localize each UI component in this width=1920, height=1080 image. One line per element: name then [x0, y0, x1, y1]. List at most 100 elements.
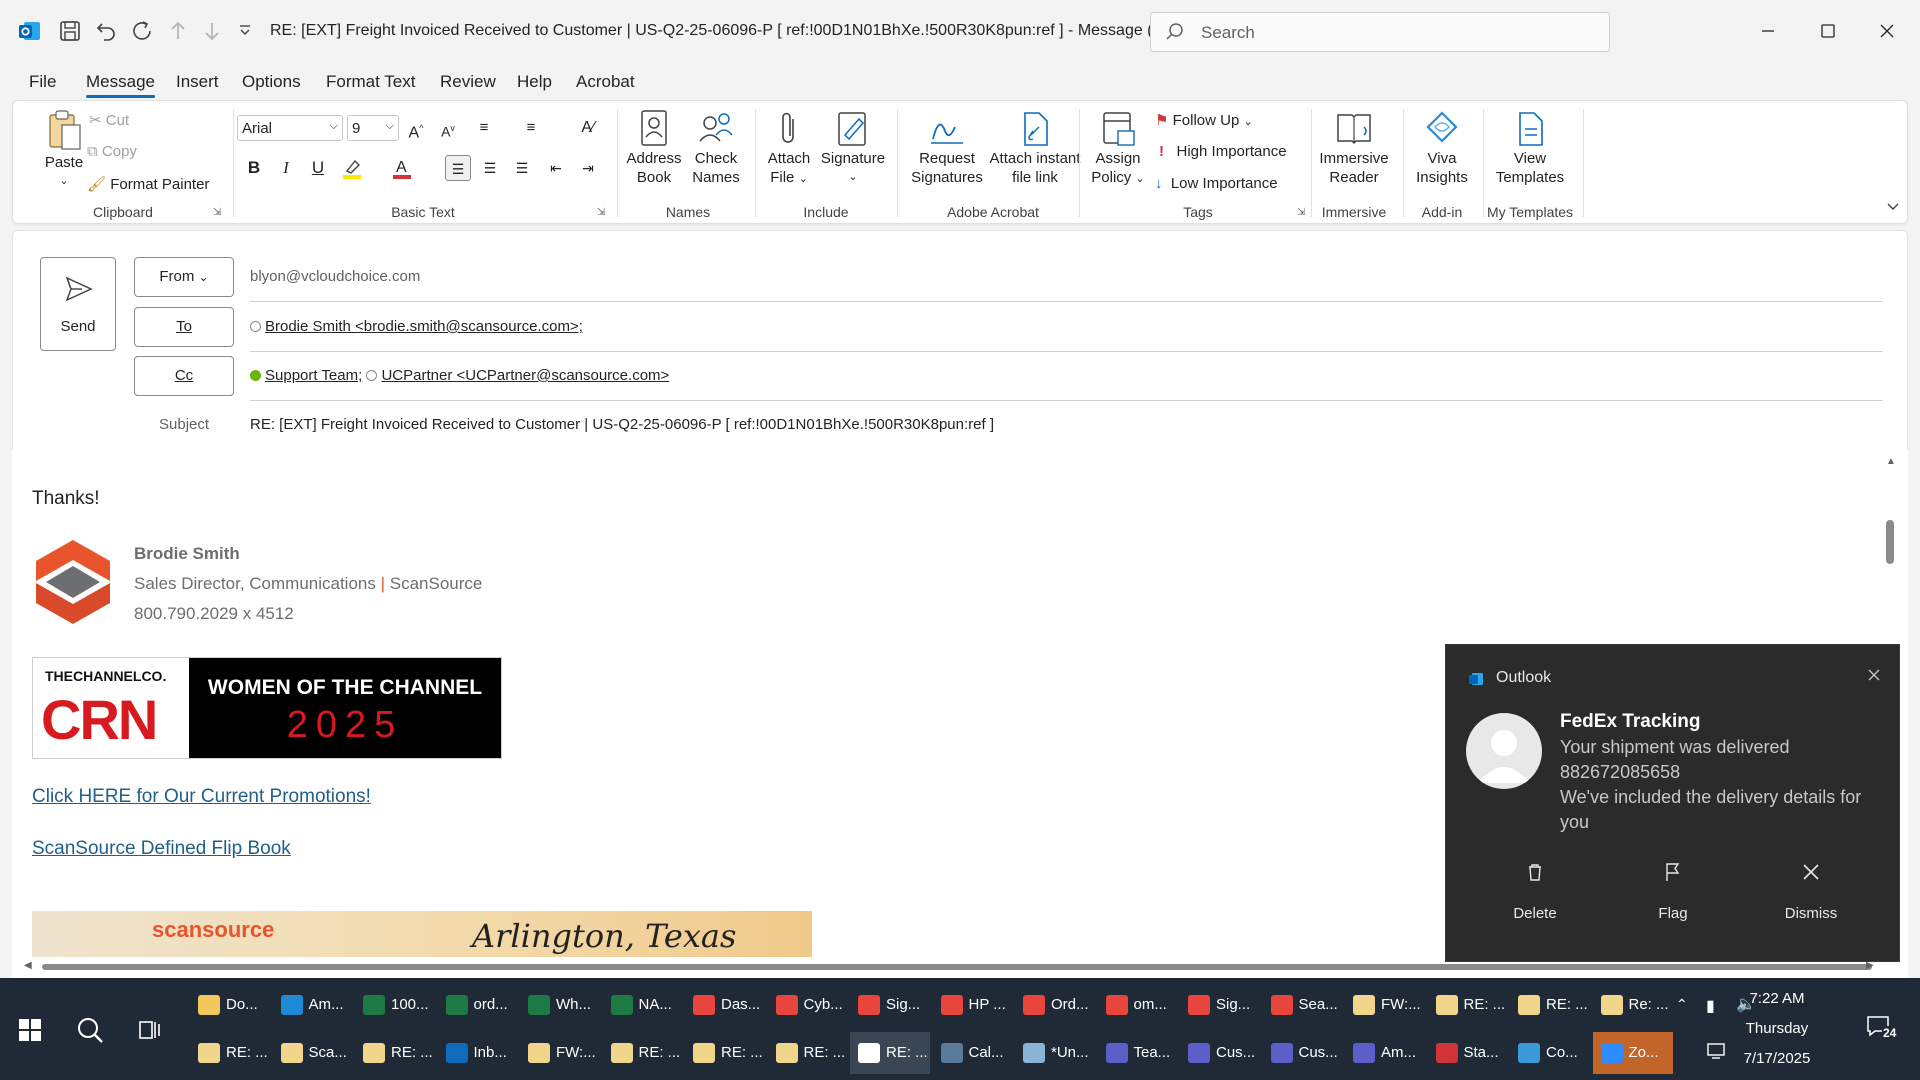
tab-acrobat[interactable]: Acrobat: [576, 72, 635, 92]
numbering-button[interactable]: ≡: [518, 115, 544, 141]
taskbar-app-button[interactable]: Sta...: [1428, 1032, 1508, 1074]
undo-icon[interactable]: [94, 19, 118, 43]
taskbar-app-button[interactable]: FW:...: [520, 1032, 600, 1074]
taskbar-app-button[interactable]: Ord...: [1015, 984, 1095, 1026]
shrink-font-button[interactable]: Av: [435, 115, 461, 141]
next-item-icon[interactable]: [200, 19, 224, 43]
increase-indent-button[interactable]: ⇥: [575, 155, 601, 181]
to-recipients[interactable]: Brodie Smith <brodie.smith@scansource.co…: [250, 318, 583, 335]
cc-recipient-ucpartner[interactable]: UCPartner <UCPartner@scansource.com>: [381, 367, 669, 384]
taskbar-search-icon[interactable]: [76, 1016, 104, 1044]
bold-button[interactable]: B: [241, 155, 267, 181]
tab-options[interactable]: Options: [242, 72, 301, 92]
attach-instant-link-button[interactable]: Attach instant file link: [977, 109, 1093, 187]
close-window-button[interactable]: [1876, 20, 1898, 42]
font-color-button[interactable]: A: [389, 155, 415, 181]
hscroll-thumb[interactable]: [42, 964, 1872, 970]
viva-insights-button[interactable]: Viva Insights: [1407, 109, 1477, 187]
tab-message[interactable]: Message: [86, 72, 155, 98]
promotions-link[interactable]: Click HERE for Our Current Promotions!: [32, 786, 371, 808]
taskbar-app-button[interactable]: HP ...: [933, 984, 1013, 1026]
font-name-select[interactable]: Arial ⌵: [237, 115, 343, 141]
taskbar-app-button[interactable]: RE: ...: [603, 1032, 683, 1074]
grow-font-button[interactable]: A^: [403, 115, 429, 141]
send-button[interactable]: Send: [40, 257, 116, 351]
taskbar-app-button[interactable]: Cus...: [1180, 1032, 1260, 1074]
taskbar-app-button[interactable]: Das...: [685, 984, 765, 1026]
clock-time[interactable]: 7:22 AM: [1722, 990, 1832, 1007]
taskbar-app-button[interactable]: Am...: [273, 984, 353, 1026]
scroll-left-icon[interactable]: ◀: [24, 960, 32, 971]
taskbar-app-button[interactable]: Sig...: [1180, 984, 1260, 1026]
from-button[interactable]: From ⌄: [134, 257, 234, 297]
signature-button[interactable]: Signature ⌄: [819, 109, 887, 187]
align-right-button[interactable]: ☰: [509, 155, 535, 181]
paste-button[interactable]: Paste ⌄: [33, 109, 95, 191]
taskbar-app-button[interactable]: RE: ...: [768, 1032, 848, 1074]
task-view-icon[interactable]: [138, 1018, 162, 1042]
to-recipient[interactable]: Brodie Smith <brodie.smith@scansource.co…: [265, 318, 583, 335]
copy-button[interactable]: ⧉ Copy: [87, 143, 137, 160]
redo-icon[interactable]: [130, 19, 154, 43]
tags-launcher-icon[interactable]: ⇲: [1297, 207, 1305, 218]
clock-day[interactable]: Thursday: [1722, 1020, 1832, 1037]
underline-button[interactable]: U: [305, 155, 331, 181]
follow-up-button[interactable]: ⚑ Follow Up ⌄: [1155, 111, 1253, 129]
align-left-button[interactable]: ☰: [445, 155, 471, 181]
toast-close-icon[interactable]: [1866, 667, 1882, 683]
taskbar-app-button[interactable]: RE: ...: [850, 1032, 930, 1074]
address-book-button[interactable]: Address Book: [623, 109, 685, 187]
save-icon[interactable]: [58, 19, 82, 43]
toast-flag-button[interactable]: Flag: [1623, 863, 1723, 922]
format-painter-button[interactable]: 🖌 Format Painter: [87, 175, 209, 193]
clipboard-launcher-icon[interactable]: ⇲: [213, 207, 221, 218]
italic-button[interactable]: I: [273, 155, 299, 181]
previous-item-icon[interactable]: [166, 19, 190, 43]
taskbar-app-button[interactable]: ord...: [438, 984, 518, 1026]
notification-toast[interactable]: Outlook FedEx Tracking Your shipment was…: [1445, 644, 1900, 962]
taskbar-app-button[interactable]: 100...: [355, 984, 435, 1026]
highlight-button[interactable]: [339, 155, 365, 181]
scroll-up-icon[interactable]: ▲: [1886, 456, 1896, 467]
clock-date[interactable]: 7/17/2025: [1722, 1050, 1832, 1067]
taskbar-app-button[interactable]: RE: ...: [685, 1032, 765, 1074]
subject-input[interactable]: RE: [EXT] Freight Invoiced Received to C…: [250, 416, 994, 433]
ribbon-expand-chevron-icon[interactable]: [1885, 199, 1901, 215]
taskbar-app-button[interactable]: Do...: [190, 984, 270, 1026]
taskbar-app-button[interactable]: Tea...: [1098, 1032, 1178, 1074]
taskbar-app-button[interactable]: om...: [1098, 984, 1178, 1026]
taskbar-app-button[interactable]: Wh...: [520, 984, 600, 1026]
tab-format-text[interactable]: Format Text: [326, 72, 415, 92]
cc-button[interactable]: Cc: [134, 356, 234, 396]
flip-book-link[interactable]: ScanSource Defined Flip Book: [32, 838, 291, 860]
cut-button[interactable]: ✂ Cut: [89, 111, 129, 129]
tab-help[interactable]: Help: [517, 72, 552, 92]
immersive-reader-button[interactable]: Immersive Reader: [1313, 109, 1395, 187]
taskbar-app-button[interactable]: Cyb...: [768, 984, 848, 1026]
customize-toolbar-icon[interactable]: [236, 22, 254, 40]
taskbar-app-button[interactable]: Inb...: [438, 1032, 518, 1074]
assign-policy-button[interactable]: Assign Policy ⌄: [1083, 109, 1153, 189]
taskbar-app-button[interactable]: RE: ...: [355, 1032, 435, 1074]
toast-delete-button[interactable]: Delete: [1485, 864, 1585, 922]
taskbar-app-button[interactable]: Sig...: [850, 984, 930, 1026]
toast-dismiss-button[interactable]: Dismiss: [1761, 864, 1861, 922]
basic-text-launcher-icon[interactable]: ⇲: [597, 207, 605, 218]
high-importance-button[interactable]: ! High Importance: [1159, 143, 1287, 160]
decrease-indent-button[interactable]: ⇤: [543, 155, 569, 181]
low-importance-button[interactable]: ↓ Low Importance: [1155, 175, 1278, 192]
taskbar-app-button[interactable]: Zo...: [1592, 1032, 1673, 1074]
cc-recipients[interactable]: Support Team; UCPartner <UCPartner@scans…: [250, 367, 669, 384]
taskbar-app-button[interactable]: Cal...: [933, 1032, 1013, 1074]
battery-icon[interactable]: ▮: [1706, 996, 1715, 1016]
tab-review[interactable]: Review: [440, 72, 496, 92]
taskbar-app-button[interactable]: RE: ...: [1428, 984, 1508, 1026]
taskbar-app-button[interactable]: RE: ...: [1510, 984, 1590, 1026]
clear-formatting-button[interactable]: A⁄: [575, 115, 601, 141]
font-size-select[interactable]: 9 ⌵: [347, 115, 399, 141]
taskbar-app-button[interactable]: Cus...: [1263, 1032, 1343, 1074]
taskbar-app-button[interactable]: Am...: [1345, 1032, 1425, 1074]
maximize-button[interactable]: [1817, 20, 1839, 42]
view-templates-button[interactable]: View Templates: [1487, 109, 1573, 187]
check-names-button[interactable]: Check Names: [685, 109, 747, 187]
